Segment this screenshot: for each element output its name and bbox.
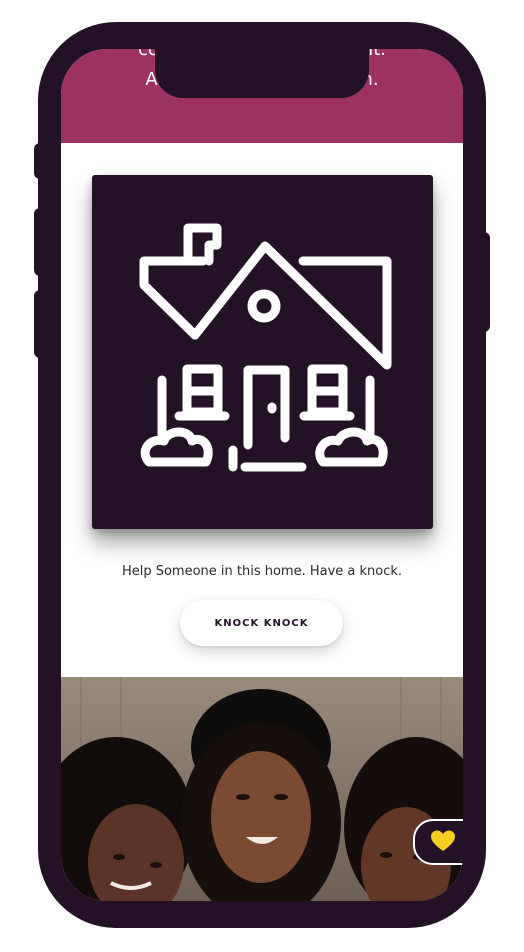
card-caption: Help Someone in this home. Have a knock. [121,564,403,579]
three-women-photo [61,677,463,901]
phone-notch [155,40,369,98]
house-icon [139,223,392,472]
heart-icon [431,830,455,851]
favorite-button[interactable] [413,819,463,865]
phone-screen: consectetur adipisicing elit. Accusantiu… [61,49,463,901]
knock-knock-button[interactable]: KNOCK KNOCK [180,600,343,646]
phone-frame: consectetur adipisicing elit. Accusantiu… [38,22,486,928]
house-card[interactable] [92,175,433,529]
